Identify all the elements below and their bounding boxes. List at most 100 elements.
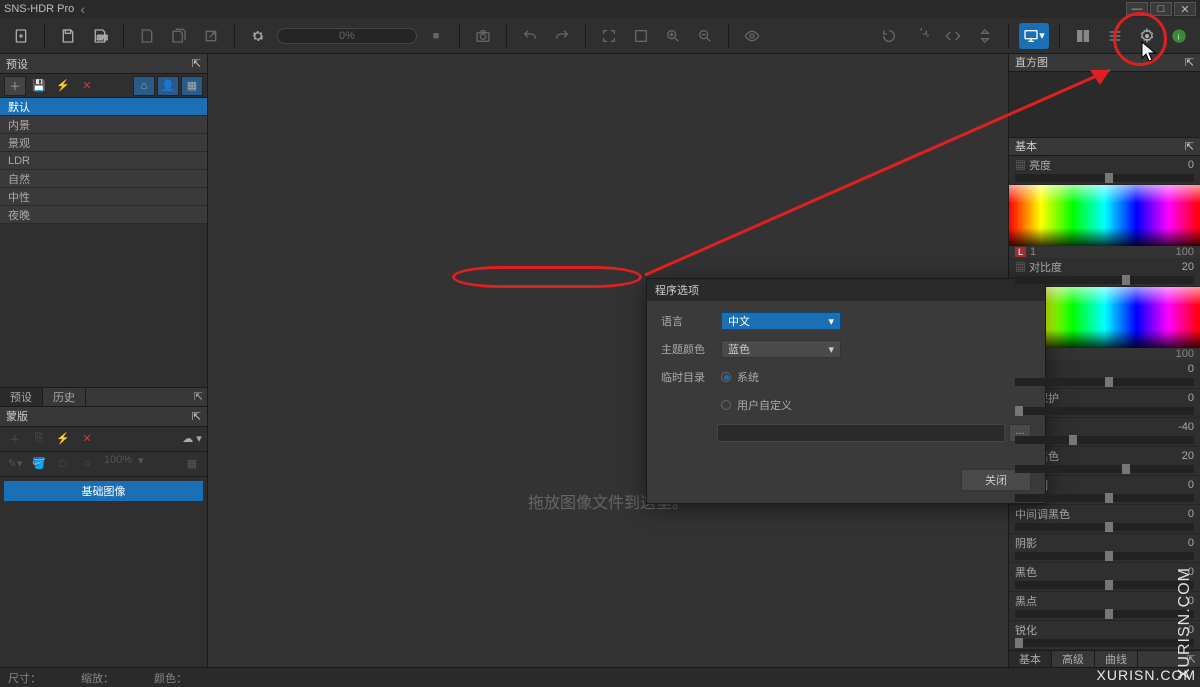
watermark-vertical: XURISN.COM	[1176, 567, 1194, 679]
export-icon[interactable]	[198, 23, 224, 49]
mask-base-layer[interactable]: 基础图像	[4, 481, 203, 501]
undo-icon[interactable]	[517, 23, 543, 49]
zoom-out-icon[interactable]	[692, 23, 718, 49]
eye-icon[interactable]	[739, 23, 765, 49]
preset-item-night[interactable]: 夜晚	[0, 206, 207, 224]
main-toolbar: SNS 0% ■ ▾ i	[0, 18, 1200, 54]
l-bar-1: L1100	[1009, 246, 1200, 258]
monitor-icon[interactable]: ▾	[1019, 23, 1049, 49]
canvas-area: 拖放图像文件到这里。 程序选项 语言 中文▾ 主题颜色 蓝色▾ 临时目录 系统	[208, 54, 1008, 667]
preset-list: 默认 内景 景观 LDR 自然 中性 夜晚	[0, 98, 207, 224]
mask-delete-icon[interactable]: ✕	[76, 429, 98, 449]
rotate-right-icon[interactable]	[908, 23, 934, 49]
radio-custom[interactable]	[721, 400, 731, 410]
tab-advanced[interactable]: 高级	[1052, 651, 1095, 667]
language-label: 语言	[661, 313, 721, 329]
mask-collapse-icon[interactable]: ⇱	[192, 410, 201, 423]
tab-basic[interactable]: 基本	[1009, 651, 1052, 667]
settings-gear-icon[interactable]	[245, 23, 271, 49]
image-preset-icon[interactable]: ▦	[181, 76, 203, 96]
circle-icon[interactable]: ○	[76, 454, 98, 474]
options-dialog: 程序选项 语言 中文▾ 主题颜色 蓝色▾ 临时目录 系统	[646, 278, 1046, 504]
redo-icon[interactable]	[549, 23, 575, 49]
home-icon[interactable]: ⌂	[133, 76, 155, 96]
tab-collapse-icon[interactable]: ⇱	[194, 390, 203, 406]
checker-icon[interactable]: ▦	[181, 454, 203, 474]
save2-icon[interactable]	[134, 23, 160, 49]
shadows-slider[interactable]: 阴影0	[1009, 534, 1200, 563]
basic-collapse-icon[interactable]: ⇱	[1185, 140, 1194, 153]
contrast-slider[interactable]: ▦ 对比度20	[1009, 258, 1200, 287]
preset-item-interior[interactable]: 内景	[0, 116, 207, 134]
blackpoint-slider[interactable]: 黑点0	[1009, 592, 1200, 621]
save-sns-icon[interactable]: SNS	[87, 23, 113, 49]
save-preset-icon[interactable]: 💾	[28, 76, 50, 96]
left-sidebar: 预设 ⇱ ＋ 💾 ⚡ ✕ ⌂ 👤 ▦ 默认 内景 景观 LDR 自然 中性 夜晚…	[0, 54, 208, 667]
theme-select[interactable]: 蓝色▾	[721, 340, 841, 358]
bolt-icon[interactable]: ⚡	[52, 76, 74, 96]
tempdir-path-input[interactable]	[717, 424, 1005, 442]
camera-icon[interactable]	[470, 23, 496, 49]
rect-icon[interactable]: □	[52, 454, 74, 474]
svg-text:SNS: SNS	[97, 33, 108, 42]
mask-dup-icon[interactable]: ⎘	[28, 429, 50, 449]
progress-bar: 0%	[277, 28, 417, 44]
mask-bolt-icon[interactable]: ⚡	[52, 429, 74, 449]
status-color: 颜色：	[154, 670, 187, 686]
minimize-button[interactable]: —	[1126, 2, 1148, 16]
presets-header: 预设 ⇱	[0, 54, 207, 74]
dialog-title: 程序选项	[647, 279, 1045, 301]
cloud-icon[interactable]: ☁ ▾	[181, 429, 203, 449]
stop-icon[interactable]: ■	[423, 23, 449, 49]
color-spectrum-1[interactable]	[1009, 185, 1200, 246]
maximize-button[interactable]: □	[1150, 2, 1172, 16]
mask-add-icon[interactable]: ＋	[4, 429, 26, 449]
grid-icon[interactable]	[1070, 23, 1096, 49]
actual-size-icon[interactable]	[628, 23, 654, 49]
histo-collapse-icon[interactable]: ⇱	[1185, 56, 1194, 69]
zoom-in-icon[interactable]	[660, 23, 686, 49]
mask-toolbar-1: ＋ ⎘ ⚡ ✕ ☁ ▾	[0, 427, 207, 452]
watermark-horizontal: XURISN.COM	[1097, 667, 1196, 683]
tab-curves[interactable]: 曲线	[1095, 651, 1138, 667]
preset-item-neutral[interactable]: 中性	[0, 188, 207, 206]
close-button[interactable]: ✕	[1174, 2, 1196, 16]
black-slider[interactable]: 黑色0	[1009, 563, 1200, 592]
sharpen-slider[interactable]: 锐化0	[1009, 621, 1200, 650]
list-icon[interactable]	[1102, 23, 1128, 49]
preset-item-natural[interactable]: 自然	[0, 170, 207, 188]
status-size: 尺寸：	[8, 670, 41, 686]
code-icon[interactable]	[940, 23, 966, 49]
new-file-icon[interactable]	[8, 23, 34, 49]
left-tabs: 预设 历史 ⇱	[0, 387, 207, 407]
sort-icon[interactable]	[972, 23, 998, 49]
tab-history[interactable]: 历史	[43, 388, 86, 406]
rotate-left-icon[interactable]	[876, 23, 902, 49]
mask-toolbar-2: ✎▾ 🪣 □ ○ 100% ▾ ▦	[0, 452, 207, 477]
status-zoom: 缩放：	[81, 670, 114, 686]
preset-item-default[interactable]: 默认	[0, 98, 207, 116]
add-preset-icon[interactable]: ＋	[4, 76, 26, 96]
fill-icon[interactable]: 🪣	[28, 454, 50, 474]
language-select[interactable]: 中文▾	[721, 312, 841, 330]
cursor-icon	[1140, 40, 1160, 64]
tab-presets[interactable]: 预设	[0, 388, 43, 406]
right-tabs: 基本 高级 曲线 ⇱	[1009, 650, 1200, 667]
preset-item-ldr[interactable]: LDR	[0, 152, 207, 170]
brush-icon[interactable]: ✎▾	[4, 454, 26, 474]
save-icon[interactable]	[55, 23, 81, 49]
brightness-slider[interactable]: ▦ 亮度0	[1009, 156, 1200, 185]
midtone-black-slider[interactable]: 中间调黑色0	[1009, 505, 1200, 534]
mask-zoom: 100%	[100, 454, 136, 474]
back-icon[interactable]: ‹	[80, 1, 85, 17]
collapse-icon[interactable]: ⇱	[192, 57, 201, 70]
user-icon[interactable]: 👤	[157, 76, 179, 96]
mask-header: 蒙版 ⇱	[0, 407, 207, 427]
preset-item-landscape[interactable]: 景观	[0, 134, 207, 152]
radio-system[interactable]	[721, 372, 731, 382]
info-icon[interactable]: i	[1166, 23, 1192, 49]
save-all-icon[interactable]	[166, 23, 192, 49]
delete-preset-icon[interactable]: ✕	[76, 76, 98, 96]
fit-icon[interactable]	[596, 23, 622, 49]
theme-label: 主题颜色	[661, 341, 721, 357]
